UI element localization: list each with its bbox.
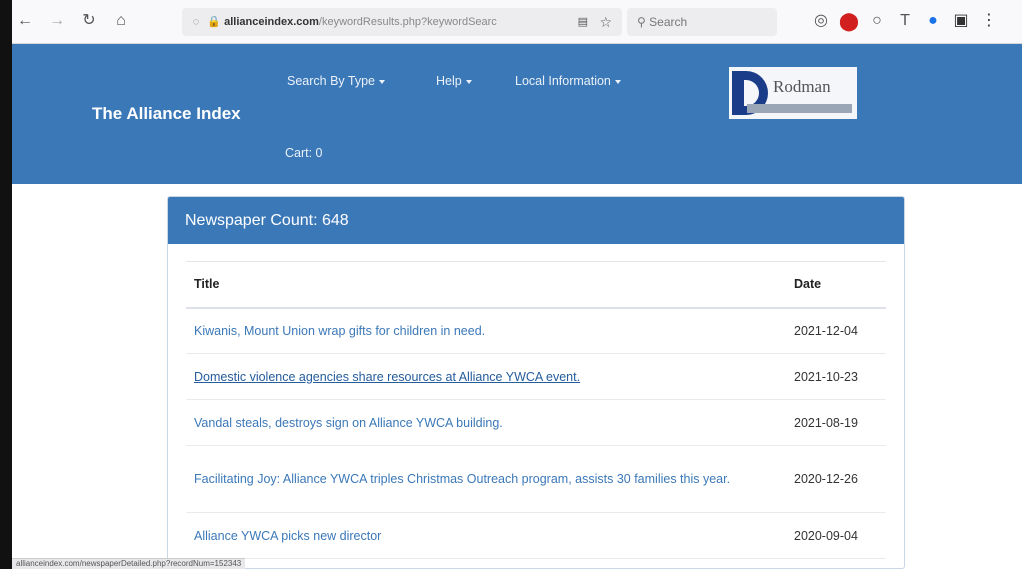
results-table: Title Date Kiwanis, Mount Union wrap gif… (186, 261, 886, 559)
logo-subtitle-band (747, 104, 852, 113)
article-date: 2021-12-04 (786, 307, 886, 354)
library-logo[interactable]: Rodman (729, 67, 857, 119)
article-date: 2020-12-26 (786, 445, 886, 513)
article-link[interactable]: Vandal steals, destroys sign on Alliance… (186, 399, 786, 446)
article-link[interactable]: Facilitating Joy: Alliance YWCA triples … (186, 445, 786, 513)
table-row: Vandal steals, destroys sign on Alliance… (186, 399, 886, 446)
url-path: /keywordResults.php?keywordSearc (318, 16, 497, 28)
account-icon[interactable]: ● (922, 10, 944, 32)
lock-icon: 🔒 (207, 16, 221, 28)
table-header-row: Title Date (186, 261, 886, 309)
table-row: Kiwanis, Mount Union wrap gifts for chil… (186, 307, 886, 354)
address-bar[interactable]: ◌ 🔒 allianceindex.com/keywordResults.php… (182, 8, 622, 36)
adblock-icon[interactable]: ⬤ (838, 10, 860, 32)
article-date: 2021-08-19 (786, 399, 886, 446)
shield-icon: ◌ (192, 16, 200, 28)
article-link[interactable]: Domestic violence agencies share resourc… (186, 353, 786, 400)
browser-window: ← → ↻ ⌂ ◌ 🔒 allianceindex.com/keywordRes… (12, 0, 1022, 569)
home-icon[interactable]: ⌂ (110, 10, 132, 32)
column-header-date[interactable]: Date (786, 261, 886, 309)
nav-label: Search By Type (287, 74, 376, 88)
nav-label: Help (436, 74, 462, 88)
search-placeholder: Search (649, 15, 688, 29)
forward-arrow-icon[interactable]: → (46, 10, 68, 32)
site-brand[interactable]: The Alliance Index (92, 104, 241, 124)
reload-icon[interactable]: ↻ (78, 10, 100, 32)
bookmark-star-icon[interactable]: ☆ (599, 8, 612, 36)
article-date: 2021-10-23 (786, 353, 886, 400)
nav-local-information[interactable]: Local Information (515, 74, 621, 88)
pocket-icon[interactable]: ◎ (810, 10, 832, 32)
nav-label: Local Information (515, 74, 611, 88)
caret-down-icon (379, 79, 386, 84)
browser-search-input[interactable]: ⚲ Search (627, 8, 777, 36)
save-icon[interactable]: ▣ (950, 10, 972, 32)
url-host: allianceindex.com (224, 16, 319, 28)
caret-down-icon (465, 79, 472, 84)
article-link[interactable]: Kiwanis, Mount Union wrap gifts for chil… (186, 307, 786, 354)
extension-icon[interactable]: ○ (866, 10, 888, 32)
article-link[interactable]: Alliance YWCA picks new director (186, 512, 786, 559)
card-heading: Newspaper Count: 648 (168, 197, 904, 244)
menu-icon[interactable]: ⋮ (978, 10, 1000, 32)
translate-icon[interactable]: T (894, 10, 916, 32)
cart-link[interactable]: Cart: 0 (285, 146, 323, 160)
table-row: Facilitating Joy: Alliance YWCA triples … (186, 445, 886, 513)
nav-search-by-type[interactable]: Search By Type (287, 74, 386, 88)
logo-r-mark (732, 71, 744, 115)
table-row: Domestic violence agencies share resourc… (186, 353, 886, 400)
column-header-title[interactable]: Title (186, 261, 786, 309)
article-date: 2020-09-04 (786, 512, 886, 559)
search-icon: ⚲ (637, 15, 646, 29)
logo-text: Rodman (773, 77, 831, 96)
browser-toolbar: ← → ↻ ⌂ ◌ 🔒 allianceindex.com/keywordRes… (12, 0, 1022, 44)
table-row: Alliance YWCA picks new director 2020-09… (186, 512, 886, 559)
status-bar-url: allianceindex.com/newspaperDetailed.php?… (12, 558, 246, 569)
caret-down-icon (614, 79, 621, 84)
reader-view-icon[interactable]: ▤ (578, 8, 588, 36)
back-arrow-icon[interactable]: ← (14, 10, 36, 32)
nav-help[interactable]: Help (436, 74, 472, 88)
site-header: The Alliance Index Search By Type Help L… (12, 44, 1022, 184)
results-card: Newspaper Count: 648 Title Date Kiwanis,… (167, 196, 905, 569)
